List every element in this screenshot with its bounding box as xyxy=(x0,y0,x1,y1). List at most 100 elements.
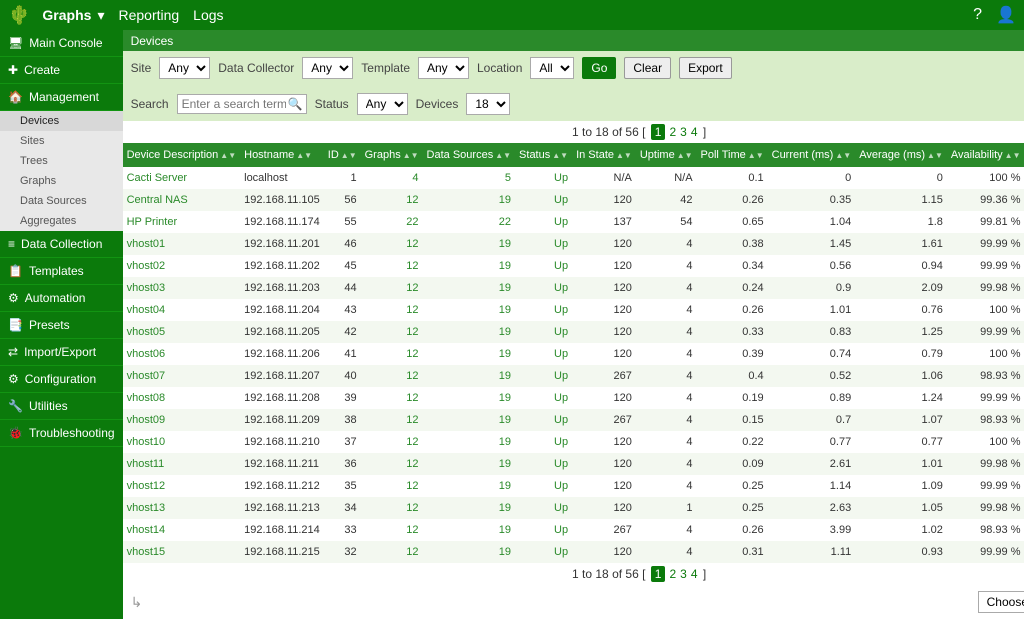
cell-graphs[interactable]: 12 xyxy=(361,299,423,321)
sidebar-item-main-console[interactable]: 🖥Main Console xyxy=(0,30,123,57)
pager-page-4[interactable]: 4 xyxy=(691,125,698,139)
cell-datasources[interactable]: 19 xyxy=(423,541,516,563)
cell-datasources[interactable]: 19 xyxy=(423,321,516,343)
col-current-ms-[interactable]: Current (ms)▲▼ xyxy=(768,143,856,167)
cell-description[interactable]: HP Printer xyxy=(123,211,241,233)
cell-graphs[interactable]: 22 xyxy=(361,211,423,233)
col-in-state[interactable]: In State▲▼ xyxy=(572,143,636,167)
sidebar-sub-data-sources[interactable]: Data Sources xyxy=(0,191,123,211)
sidebar-sub-trees[interactable]: Trees xyxy=(0,151,123,171)
nav-dropdown-icon[interactable]: ▾ xyxy=(97,7,104,24)
nav-graphs[interactable]: Graphs xyxy=(42,7,91,23)
cell-datasources[interactable]: 19 xyxy=(423,387,516,409)
template-select[interactable]: Any xyxy=(418,57,469,79)
cell-description[interactable]: vhost10 xyxy=(123,431,241,453)
sidebar-item-automation[interactable]: ⚙Automation xyxy=(0,285,123,312)
cell-graphs[interactable]: 4 xyxy=(361,167,423,189)
cell-graphs[interactable]: 12 xyxy=(361,409,423,431)
nav-logs[interactable]: Logs xyxy=(193,7,223,23)
sidebar-item-templates[interactable]: 📋Templates xyxy=(0,258,123,285)
sidebar-item-troubleshooting[interactable]: 🐞Troubleshooting xyxy=(0,420,123,447)
cell-datasources[interactable]: 5 xyxy=(423,167,516,189)
location-select[interactable]: All xyxy=(530,57,574,79)
pager-page-2[interactable]: 2 xyxy=(669,567,676,581)
cell-description[interactable]: Central NAS xyxy=(123,189,241,211)
cell-graphs[interactable]: 12 xyxy=(361,453,423,475)
pager-page-1[interactable]: 1 xyxy=(651,124,666,140)
cell-description[interactable]: vhost05 xyxy=(123,321,241,343)
devices-select[interactable]: 18 xyxy=(466,93,510,115)
cell-datasources[interactable]: 19 xyxy=(423,475,516,497)
export-button[interactable]: Export xyxy=(679,57,732,79)
cell-graphs[interactable]: 12 xyxy=(361,431,423,453)
cell-datasources[interactable]: 19 xyxy=(423,519,516,541)
sidebar-item-configuration[interactable]: ⚙Configuration xyxy=(0,366,123,393)
cell-graphs[interactable]: 12 xyxy=(361,343,423,365)
cell-graphs[interactable]: 12 xyxy=(361,497,423,519)
cell-datasources[interactable]: 22 xyxy=(423,211,516,233)
cell-graphs[interactable]: 12 xyxy=(361,387,423,409)
col-data-sources[interactable]: Data Sources▲▼ xyxy=(423,143,516,167)
col-poll-time[interactable]: Poll Time▲▼ xyxy=(697,143,768,167)
cell-graphs[interactable]: 12 xyxy=(361,519,423,541)
pager-page-3[interactable]: 3 xyxy=(680,125,687,139)
cell-graphs[interactable]: 12 xyxy=(361,321,423,343)
pager-page-2[interactable]: 2 xyxy=(669,125,676,139)
cell-datasources[interactable]: 19 xyxy=(423,299,516,321)
datacollector-select[interactable]: Any xyxy=(302,57,353,79)
cell-graphs[interactable]: 12 xyxy=(361,189,423,211)
nav-reporting[interactable]: Reporting xyxy=(118,7,179,23)
sidebar-sub-aggregates[interactable]: Aggregates xyxy=(0,211,123,231)
sidebar-item-management[interactable]: 🏠Management xyxy=(0,84,123,111)
cell-description[interactable]: vhost08 xyxy=(123,387,241,409)
cell-datasources[interactable]: 19 xyxy=(423,409,516,431)
cell-description[interactable]: vhost12 xyxy=(123,475,241,497)
sidebar-sub-sites[interactable]: Sites xyxy=(0,131,123,151)
cell-graphs[interactable]: 12 xyxy=(361,365,423,387)
pager-page-3[interactable]: 3 xyxy=(680,567,687,581)
cell-description[interactable]: vhost07 xyxy=(123,365,241,387)
status-select[interactable]: Any xyxy=(357,93,408,115)
sidebar-sub-graphs[interactable]: Graphs xyxy=(0,171,123,191)
cell-description[interactable]: vhost03 xyxy=(123,277,241,299)
cell-description[interactable]: vhost14 xyxy=(123,519,241,541)
cell-datasources[interactable]: 19 xyxy=(423,497,516,519)
col-uptime[interactable]: Uptime▲▼ xyxy=(636,143,697,167)
cell-datasources[interactable]: 19 xyxy=(423,343,516,365)
cell-datasources[interactable]: 19 xyxy=(423,365,516,387)
col-availability[interactable]: Availability▲▼ xyxy=(947,143,1024,167)
cell-description[interactable]: vhost11 xyxy=(123,453,241,475)
sidebar-item-presets[interactable]: 📑Presets xyxy=(0,312,123,339)
cell-description[interactable]: vhost15 xyxy=(123,541,241,563)
cell-description[interactable]: vhost04 xyxy=(123,299,241,321)
go-button[interactable]: Go xyxy=(582,57,616,79)
col-graphs[interactable]: Graphs▲▼ xyxy=(361,143,423,167)
return-icon[interactable]: ↳ xyxy=(131,594,143,611)
sidebar-item-import/export[interactable]: ⇄Import/Export xyxy=(0,339,123,366)
cell-description[interactable]: vhost02 xyxy=(123,255,241,277)
clear-button[interactable]: Clear xyxy=(624,57,671,79)
cell-description[interactable]: Cacti Server xyxy=(123,167,241,189)
sidebar-item-data-collection[interactable]: ≡Data Collection xyxy=(0,231,123,258)
cell-datasources[interactable]: 19 xyxy=(423,431,516,453)
site-select[interactable]: Any xyxy=(159,57,210,79)
cell-description[interactable]: vhost06 xyxy=(123,343,241,365)
cell-description[interactable]: vhost09 xyxy=(123,409,241,431)
cell-graphs[interactable]: 12 xyxy=(361,255,423,277)
cell-graphs[interactable]: 12 xyxy=(361,233,423,255)
search-icon[interactable]: 🔍 xyxy=(288,97,303,111)
pager-page-1[interactable]: 1 xyxy=(651,566,666,582)
col-hostname[interactable]: Hostname▲▼ xyxy=(240,143,324,167)
user-icon[interactable]: 👤 xyxy=(996,5,1016,25)
cell-graphs[interactable]: 12 xyxy=(361,277,423,299)
help-icon[interactable]: ? xyxy=(973,6,982,24)
pager-page-4[interactable]: 4 xyxy=(691,567,698,581)
cell-datasources[interactable]: 19 xyxy=(423,255,516,277)
sidebar-item-utilities[interactable]: 🔧Utilities xyxy=(0,393,123,420)
sidebar-sub-devices[interactable]: Devices xyxy=(0,111,123,131)
cell-datasources[interactable]: 19 xyxy=(423,453,516,475)
col-average-ms-[interactable]: Average (ms)▲▼ xyxy=(855,143,947,167)
cell-datasources[interactable]: 19 xyxy=(423,233,516,255)
col-status[interactable]: Status▲▼ xyxy=(515,143,572,167)
cell-description[interactable]: vhost01 xyxy=(123,233,241,255)
